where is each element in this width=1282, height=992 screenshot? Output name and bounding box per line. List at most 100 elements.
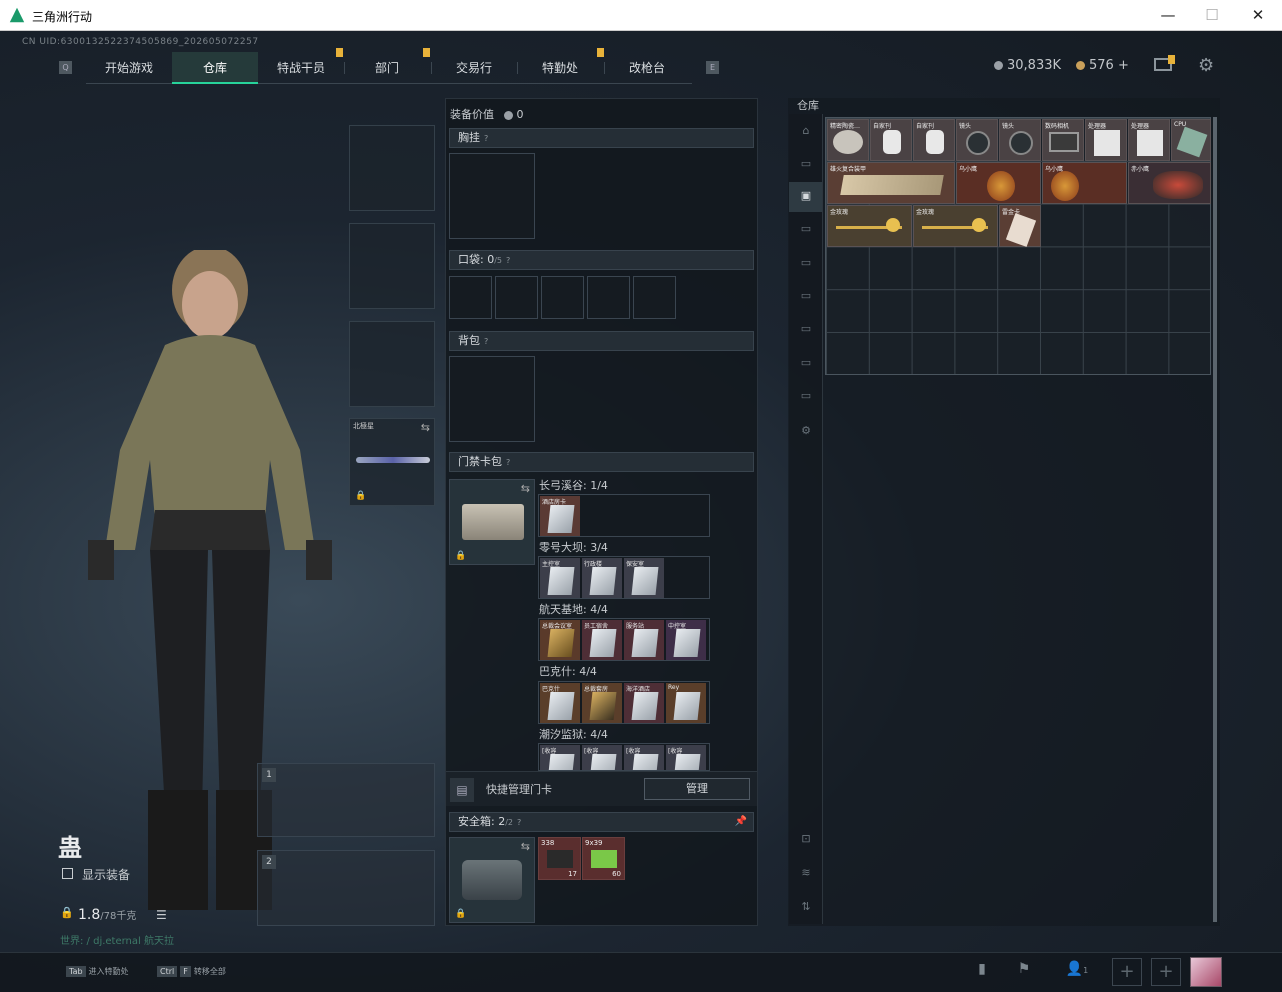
map-keycard-count: 航天基地: 4/4 (539, 603, 608, 616)
filter-keys-icon[interactable]: ▭ (796, 356, 816, 372)
pocket-slot[interactable] (633, 276, 676, 319)
player-avatar[interactable] (1190, 957, 1222, 987)
pocket-slot[interactable] (495, 276, 538, 319)
warehouse-item[interactable]: 乌小鹰 (1042, 162, 1127, 204)
manage-button[interactable]: 管理 (644, 778, 750, 800)
backpack-slot[interactable] (449, 356, 535, 442)
loadout-panel: 装备价值 0 胸挂? 口袋: 0/5? 背包? 门禁卡包? ⇆ 🔒 长弓溪谷: … (445, 98, 758, 926)
keycard-item[interactable]: [收容 (624, 745, 664, 770)
ammo-box-image (591, 850, 617, 868)
keycard-item[interactable]: 巴克什 (540, 683, 580, 723)
keycard-item[interactable]: 行政楼 (582, 558, 622, 598)
keycard-item[interactable]: 服务站 (624, 620, 664, 660)
invite-slot-button[interactable]: + (1151, 958, 1181, 986)
transfer-all-hint[interactable]: Ctrl F 转移全部 (157, 966, 226, 977)
keycard-item[interactable]: 总裁套房 (582, 683, 622, 723)
show-gear-checkbox[interactable] (62, 868, 73, 879)
keycard-case-slot[interactable]: ⇆ 🔒 (449, 479, 535, 565)
next-tab-key[interactable]: E (706, 61, 719, 74)
prev-tab-key[interactable]: Q (59, 61, 72, 74)
maximize-button[interactable]: ☐ (1192, 4, 1232, 26)
filter-medical-icon[interactable]: ▭ (796, 289, 816, 305)
safe-item-ammo[interactable]: 338 17 (538, 837, 581, 880)
helmet-slot[interactable] (349, 125, 435, 211)
tab-special-service[interactable]: 特勤处 (517, 52, 603, 84)
lock-icon: 🔒 (455, 551, 467, 561)
sort-icon[interactable]: ⇅ (796, 900, 816, 916)
gold-currency[interactable]: 576 + (1076, 58, 1129, 73)
warehouse-item[interactable]: 处理器 (1128, 119, 1170, 161)
notify-badge (423, 48, 430, 57)
settings-gear-icon[interactable]: ⚙ (1198, 55, 1214, 76)
invite-slot-button[interactable]: + (1112, 958, 1142, 986)
chest-rig-slot[interactable] (449, 153, 535, 239)
filter-misc-icon[interactable]: ▭ (796, 389, 816, 405)
warehouse-item[interactable]: 镜头 (956, 119, 998, 161)
filter-settings-gear-icon[interactable]: ⚙ (796, 424, 816, 440)
keycard-item[interactable]: 员工宿舍 (582, 620, 622, 660)
warehouse-item[interactable]: 处理器 (1085, 119, 1127, 161)
warehouse-item[interactable]: 自家刊 (870, 119, 912, 161)
filter-ammo-icon[interactable]: ▭ (796, 256, 816, 272)
keycard-item[interactable]: 主控室 (540, 558, 580, 598)
warehouse-item[interactable]: 镜头 (999, 119, 1041, 161)
safe-item-ammo[interactable]: 9x39 60 (582, 837, 625, 880)
warehouse-scrollbar[interactable] (1213, 117, 1217, 922)
layers-icon[interactable]: ≋ (796, 866, 816, 882)
pocket-slot[interactable] (541, 276, 584, 319)
warehouse-item[interactable]: 金玫瑰 (913, 205, 998, 247)
pin-icon[interactable]: 📌 (735, 813, 747, 831)
filter-equipment-icon[interactable]: ▭ (796, 222, 816, 238)
armor-slot[interactable] (349, 223, 435, 309)
swap-icon[interactable]: ⇆ (421, 421, 430, 434)
map-keycard-count: 零号大坝: 3/4 (539, 541, 608, 554)
keycard-item[interactable]: 酒店房卡 (540, 496, 580, 536)
warehouse-item[interactable]: 雷金卡 (999, 205, 1041, 247)
close-button[interactable]: ✕ (1238, 4, 1278, 26)
list-icon[interactable]: ☰ (156, 908, 167, 922)
enter-special-service-hint[interactable]: Tab 进入特勤处 (66, 966, 129, 977)
tab-warehouse[interactable]: 仓库 (172, 52, 258, 84)
squad-icon[interactable]: 👤1 (1060, 961, 1094, 983)
filter-tools-icon[interactable]: ▭ (796, 322, 816, 338)
tab-gunsmith[interactable]: 改枪台 (604, 52, 690, 84)
secondary-weapon-slot[interactable]: 2 (257, 850, 435, 926)
minimize-button[interactable]: — (1148, 4, 1188, 26)
warehouse-item[interactable]: CPU (1171, 119, 1211, 161)
warehouse-expand-icon[interactable]: ⊡ (796, 832, 816, 848)
swap-icon[interactable]: ⇆ (521, 482, 530, 495)
keycard-item[interactable]: 总裁会议室 (540, 620, 580, 660)
add-gold-button[interactable]: + (1118, 58, 1129, 73)
filter-all-icon[interactable]: ⌂ (796, 124, 816, 140)
flag-icon[interactable]: ⚑ (1013, 961, 1035, 983)
keycard-item[interactable]: [收容 (666, 745, 706, 770)
tab-operators[interactable]: 特战干员 (258, 52, 344, 84)
warehouse-item[interactable]: 金玫瑰 (827, 205, 912, 247)
tab-department[interactable]: 部门 (344, 52, 430, 84)
keycard-item[interactable]: 保安室 (624, 558, 664, 598)
pocket-slot[interactable] (587, 276, 630, 319)
pistol-slot[interactable] (349, 321, 435, 407)
keycard-item[interactable]: [收容 (540, 745, 580, 770)
primary-weapon-slot[interactable]: 1 (257, 763, 435, 837)
pocket-slot[interactable] (449, 276, 492, 319)
filter-weapons-icon[interactable]: ▭ (796, 157, 816, 173)
tab-trading[interactable]: 交易行 (431, 52, 517, 84)
keycard-item[interactable]: Rey (666, 683, 706, 723)
stats-chart-icon[interactable]: ▮ (971, 961, 993, 983)
melee-slot[interactable]: 北極星 ⇆ 🔒 (349, 418, 435, 506)
warehouse-item[interactable]: 雄火复合装甲 (827, 162, 955, 204)
warehouse-item[interactable]: 乌小鹰 (956, 162, 1041, 204)
keycard-item[interactable]: 海洋酒店 (624, 683, 664, 723)
swap-icon[interactable]: ⇆ (521, 840, 530, 853)
keycard-item[interactable]: 中控室 (666, 620, 706, 660)
tab-start-game[interactable]: 开始游戏 (86, 52, 172, 84)
warehouse-item[interactable]: 精密陶瓷… (827, 119, 869, 161)
warehouse-item[interactable]: 自家刊 (913, 119, 955, 161)
keycard-item[interactable]: [收容 (582, 745, 622, 770)
quick-manage-bar: ▤ 快捷管理门卡 管理 (446, 771, 757, 806)
safe-box-slot[interactable]: ⇆ 🔒 (449, 837, 535, 923)
warehouse-item[interactable]: 赤小鹰 (1128, 162, 1211, 204)
warehouse-item[interactable]: 数码相机 (1042, 119, 1084, 161)
filter-collectibles-icon[interactable]: ▣ (796, 189, 816, 205)
